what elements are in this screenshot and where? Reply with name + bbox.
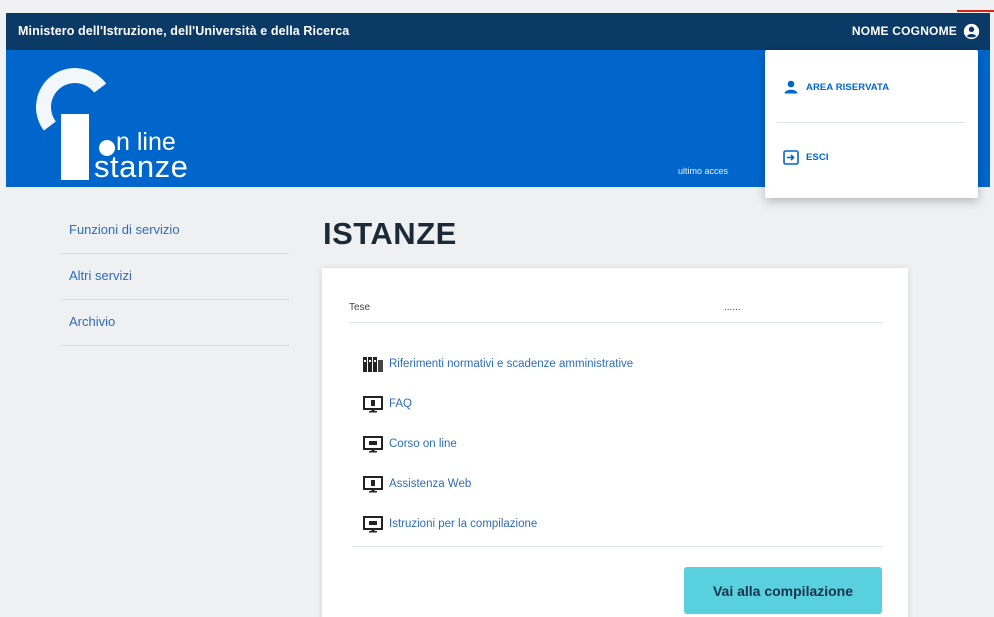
main-card: Tese ...... Riferimenti normativi e scad…: [322, 268, 908, 617]
user-circle-icon: [963, 23, 980, 39]
page-frame: Ministero dell'Istruzione, dell'Universi…: [6, 13, 990, 617]
link-label: Assistenza Web: [389, 478, 472, 490]
header-col-1: Tese: [349, 302, 371, 313]
menu-item-label: AREA RISERVATA: [806, 81, 890, 93]
link-label: Riferimenti normativi e scadenze amminis…: [389, 358, 634, 370]
menu-divider: [777, 122, 966, 123]
top-bar: Ministero dell'Istruzione, dell'Universi…: [6, 13, 990, 50]
person-icon: [784, 80, 798, 94]
link-istruzioni-compilazione[interactable]: Istruzioni per la compilazione: [362, 504, 633, 544]
sidebar: Funzioni di servizio Altri servizi Archi…: [61, 208, 289, 346]
link-faq[interactable]: FAQ: [362, 384, 633, 424]
menu-item-area-riservata[interactable]: AREA RISERVATA: [783, 80, 889, 94]
vai-alla-compilazione-button[interactable]: Vai alla compilazione: [684, 567, 882, 614]
red-accent-mark: [957, 10, 994, 12]
monitor-icon: [362, 395, 384, 413]
ministry-name: Ministero dell'Istruzione, dell'Universi…: [18, 24, 350, 38]
logo-bar: [61, 114, 89, 180]
logout-icon: [783, 150, 799, 165]
menu-item-label: ESCI: [806, 152, 829, 163]
sidebar-item-funzioni-di-servizio[interactable]: Funzioni di servizio: [61, 208, 289, 254]
menu-item-esci[interactable]: ESCI: [783, 150, 829, 165]
divider: [352, 546, 883, 547]
link-label: Istruzioni per la compilazione: [389, 518, 538, 530]
last-access-text: ultimo acces: [678, 166, 729, 176]
link-riferimenti-normativi[interactable]: Riferimenti normativi e scadenze amminis…: [362, 344, 633, 384]
header-col-2: ......: [724, 302, 741, 313]
user-dropdown-menu: AREA RISERVATA ESCI: [765, 50, 978, 198]
logo-text-line2: stanze: [94, 149, 189, 184]
monitor-icon: [362, 435, 384, 453]
page-title: ISTANZE: [323, 216, 457, 251]
istanze-online-logo[interactable]: n line stanze: [24, 58, 224, 183]
link-label: FAQ: [389, 398, 413, 410]
monitor-icon: [362, 475, 384, 493]
user-menu-toggle[interactable]: NOME COGNOME: [852, 19, 980, 43]
link-assistenza-web[interactable]: Assistenza Web: [362, 464, 633, 504]
link-corso-on-line[interactable]: Corso on line: [362, 424, 633, 464]
link-label: Corso on line: [389, 438, 457, 450]
binders-icon: [362, 355, 384, 373]
user-name: NOME COGNOME: [851, 24, 957, 38]
monitor-icon: [362, 515, 384, 533]
link-list: Riferimenti normativi e scadenze amminis…: [362, 344, 633, 544]
sidebar-item-archivio[interactable]: Archivio: [61, 300, 289, 346]
sidebar-item-altri-servizi[interactable]: Altri servizi: [61, 254, 289, 300]
card-header-row: Tese ......: [349, 297, 883, 323]
